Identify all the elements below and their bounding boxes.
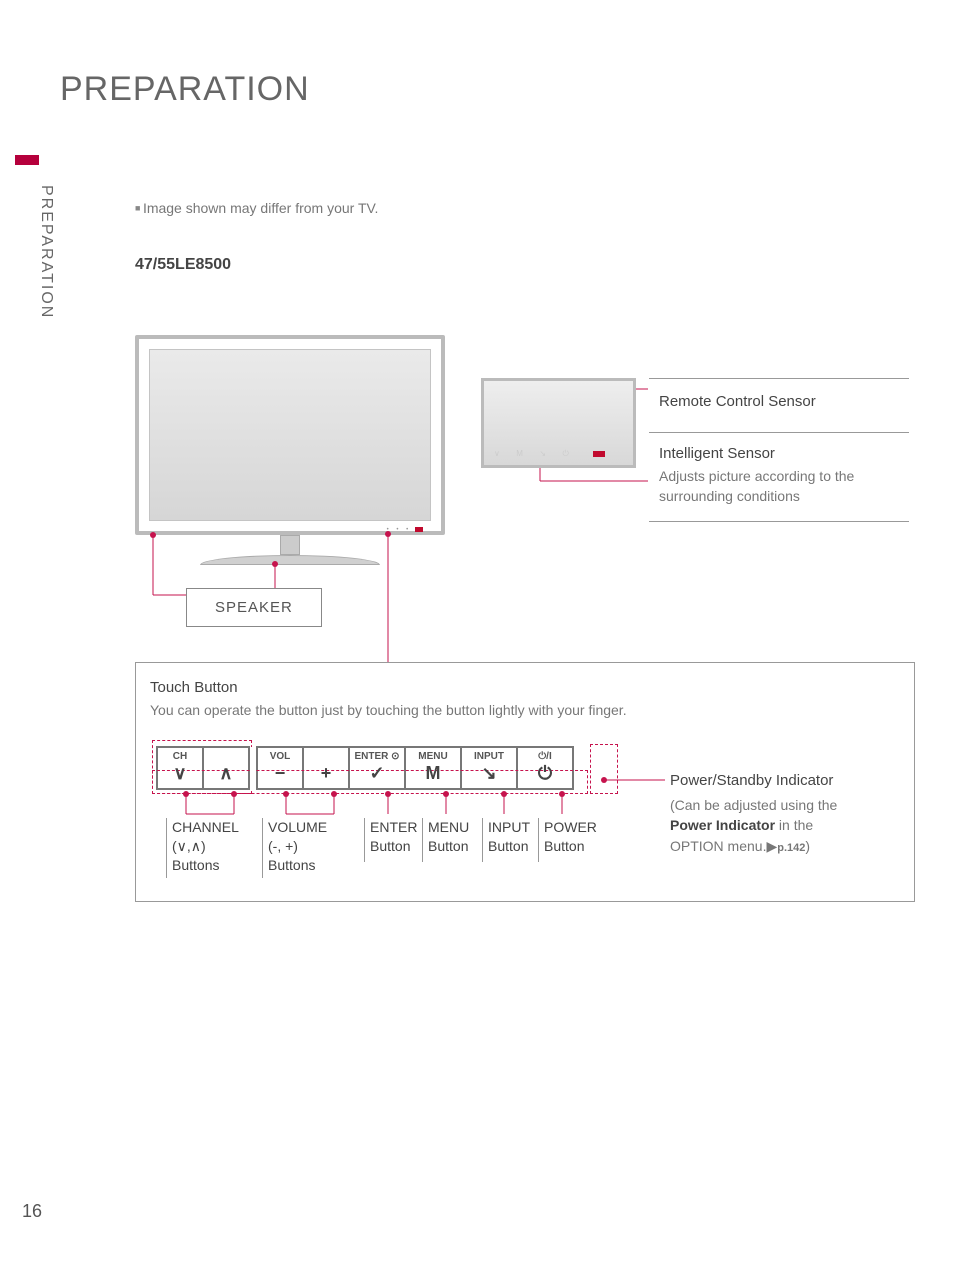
remote-sensor-label: Remote Control Sensor — [659, 393, 909, 410]
intelligent-sensor-title: Intelligent Sensor — [659, 445, 909, 462]
intelligent-sensor-desc: Adjusts picture according to the surroun… — [659, 466, 909, 507]
model-number: 47/55LE8500 — [135, 256, 231, 274]
side-section-label: PREPARATION — [37, 185, 55, 319]
touch-button-title: Touch Button — [150, 679, 900, 696]
accent-tab — [15, 155, 39, 165]
note-text: Image shown may differ from your TV. — [135, 200, 378, 216]
page-number: 16 — [22, 1201, 42, 1222]
volume-button-label: VOLUME (-, +) Buttons — [268, 818, 327, 875]
menu-button-label: MENU Button — [428, 818, 469, 856]
page-title: PREPARATION — [60, 70, 310, 109]
enter-button-label: ENTER Button — [370, 818, 417, 856]
touch-button-panel: Touch Button You can operate the button … — [135, 662, 915, 902]
power-button-label: POWER Button — [544, 818, 597, 856]
speaker-label: SPEAKER — [186, 588, 322, 627]
touch-button-desc: You can operate the button just by touch… — [150, 702, 900, 718]
channel-button-label: CHANNEL (∨,∧) Buttons — [172, 818, 239, 875]
power-indicator-callout: Power/Standby Indicator (Can be adjusted… — [670, 772, 910, 857]
sensor-callout-group: Remote Control Sensor Intelligent Sensor… — [649, 378, 909, 522]
tv-detail-panel: ∨ M ↘ ⏻ — [481, 378, 636, 468]
input-button-label: INPUT Button — [488, 818, 530, 856]
